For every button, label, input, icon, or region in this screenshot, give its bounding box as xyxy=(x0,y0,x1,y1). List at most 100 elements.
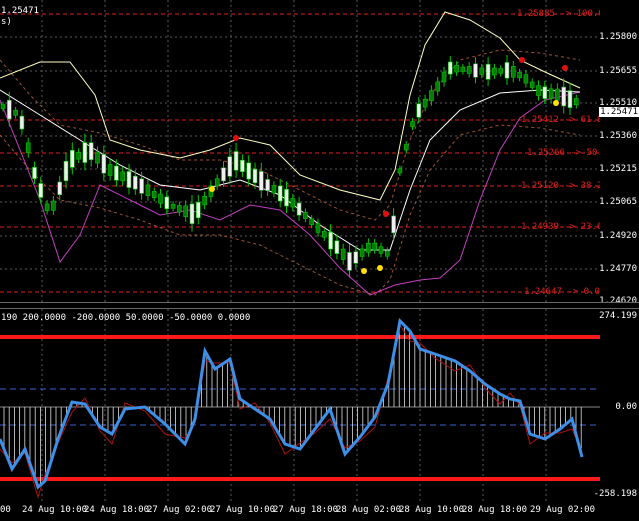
candle-body xyxy=(410,121,415,128)
candle-body xyxy=(561,86,567,107)
price-chart-canvas[interactable] xyxy=(0,0,600,302)
buy-signal-dot xyxy=(361,268,367,274)
candle-body xyxy=(510,66,516,78)
cci-indicator-pane[interactable]: 190 200.0000 -200.0000 50.0000 -50.0000 … xyxy=(0,309,600,502)
fib-label-38-2: 1.25120 -> 38.2% xyxy=(521,181,600,191)
candle-body xyxy=(7,99,12,120)
candle-body xyxy=(233,151,239,171)
candle-body xyxy=(0,104,6,109)
candle-body xyxy=(454,64,459,73)
candle-body xyxy=(429,90,434,102)
candle-body xyxy=(573,98,579,106)
candle-body xyxy=(252,168,258,184)
candle-body xyxy=(328,231,333,250)
time-label: 29 Aug 02:00 xyxy=(530,505,596,515)
candle-body xyxy=(38,183,44,198)
candle-body xyxy=(177,205,182,213)
candle-body xyxy=(460,66,466,72)
time-label: 27 Aug 10:00 xyxy=(210,505,276,515)
price-tick: 1.25215 xyxy=(599,164,637,174)
candle-body xyxy=(76,151,81,160)
corner-sub-label: s) xyxy=(1,17,12,27)
candle-body xyxy=(416,103,422,118)
time-label: 00 xyxy=(0,505,11,515)
indicator-tick-top: 274.199 xyxy=(599,311,637,321)
candle-body xyxy=(466,66,472,74)
candle-body xyxy=(473,63,478,78)
current-price-marker: 1.25471 xyxy=(599,107,639,117)
candle-body xyxy=(271,185,277,194)
indicator-tick-bottom: -258.198 xyxy=(593,489,637,499)
time-label: 24 Aug 10:00 xyxy=(22,505,88,515)
upper-band-line xyxy=(0,11,581,201)
price-tick: 1.24920 xyxy=(599,231,637,241)
candle-body xyxy=(139,178,144,194)
sell-signal-dot xyxy=(562,65,568,71)
sell-signal-dot xyxy=(233,135,239,141)
candle-body xyxy=(492,67,497,76)
candle-body xyxy=(95,151,100,164)
time-label: 28 Aug 02:00 xyxy=(336,505,402,515)
candle-body xyxy=(372,242,378,251)
indicator-tick-zero: 0.00 xyxy=(615,402,637,412)
candle-body xyxy=(158,193,163,204)
pane-separator[interactable] xyxy=(0,302,639,309)
candle-body xyxy=(384,250,390,257)
price-scale[interactable]: 1.25800 1.25655 1.25510 1.25360 1.25215 … xyxy=(599,0,639,306)
candle-body xyxy=(82,142,88,163)
buy-signal-dot xyxy=(377,265,383,271)
candle-body xyxy=(25,142,31,154)
candle-body xyxy=(321,231,327,238)
candle-body xyxy=(536,85,541,96)
candle-body xyxy=(214,178,220,187)
fib-label-23-6: 1.24939 -> 23.6% xyxy=(521,222,600,232)
buy-signal-dot xyxy=(553,100,559,106)
candle-body xyxy=(485,63,491,80)
candle-body xyxy=(183,205,188,217)
price-chart[interactable]: 1.25471 s) 1.25885 -> 100.0% 1.25412 -> … xyxy=(0,0,600,302)
candle-body xyxy=(170,203,176,209)
candle-body xyxy=(202,196,207,206)
candle-body xyxy=(284,188,289,207)
indicator-header: 190 200.0000 -200.0000 50.0000 -50.0000 … xyxy=(1,313,251,323)
candle-body xyxy=(555,88,560,101)
candle-body xyxy=(133,175,138,190)
candle-body xyxy=(391,215,396,234)
cci-canvas[interactable] xyxy=(0,309,600,502)
candle-body xyxy=(548,88,554,99)
candle-body xyxy=(258,171,264,191)
candle-body xyxy=(340,248,346,260)
price-tick: 1.25800 xyxy=(599,32,637,42)
sell-signal-dot xyxy=(519,57,525,63)
candle-body xyxy=(347,252,352,271)
candle-body xyxy=(296,202,302,216)
candle-body xyxy=(353,251,359,264)
candle-body xyxy=(44,203,50,211)
time-label: 27 Aug 18:00 xyxy=(273,505,339,515)
price-tick: 1.25360 xyxy=(599,131,637,141)
candle-body xyxy=(57,181,63,195)
fib-label-61-8: 1.25412 -> 61.8% xyxy=(521,115,600,125)
candle-body xyxy=(88,142,94,161)
lower-band-line xyxy=(0,91,581,296)
candle-body xyxy=(479,67,485,75)
candle-body xyxy=(542,86,548,99)
candle-body xyxy=(107,164,113,176)
time-axis[interactable]: 00 24 Aug 10:00 24 Aug 18:00 27 Aug 02:0… xyxy=(0,502,639,521)
candle-body xyxy=(504,62,510,79)
candle-body xyxy=(277,185,283,202)
candle-body xyxy=(221,167,226,182)
price-tick: 1.24770 xyxy=(599,264,637,274)
sell-signal-dot xyxy=(383,211,389,217)
candle-body xyxy=(290,198,296,208)
time-label: 28 Aug 18:00 xyxy=(462,505,528,515)
candle-body xyxy=(447,61,453,75)
candle-body xyxy=(19,115,25,130)
price-tick: 1.25655 xyxy=(599,66,637,76)
time-label: 27 Aug 02:00 xyxy=(147,505,213,515)
candle-body xyxy=(265,179,270,191)
time-label: 24 Aug 18:00 xyxy=(84,505,150,515)
candle-body xyxy=(164,196,170,210)
indicator-scale[interactable]: 274.199 0.00 -258.198 xyxy=(594,309,639,502)
candle-body xyxy=(13,110,18,116)
